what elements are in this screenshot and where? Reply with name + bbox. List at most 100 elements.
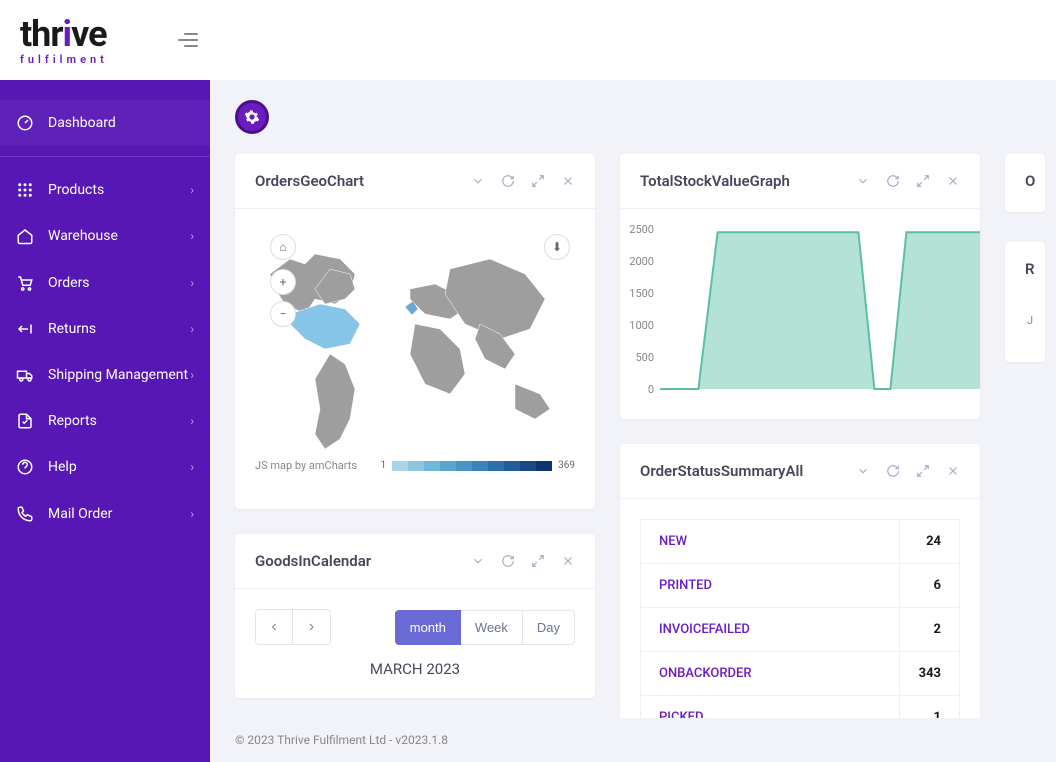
refresh-icon[interactable] [501,554,515,568]
sidebar-item-returns[interactable]: Returns › [0,306,210,352]
card-title: R [1025,260,1035,278]
table-row[interactable]: NEW24 [641,520,960,564]
card-partial-1: O [1005,154,1045,212]
chevron-down-icon[interactable] [471,554,485,568]
returns-icon [16,320,34,338]
settings-button[interactable] [235,100,269,134]
sidebar-item-shipping[interactable]: Shipping Management › [0,352,210,398]
status-table: NEW24PRINTED6INVOICEFAILED2ONBACKORDER34… [640,519,960,718]
calendar-view-week[interactable]: Week [461,610,523,645]
status-label: PICKED [641,696,900,719]
svg-text:1500: 1500 [629,287,654,300]
table-row[interactable]: PRINTED6 [641,564,960,608]
legend-max: 369 [558,460,575,471]
calendar-prev-button[interactable]: ‹ [255,609,293,645]
sidebar-item-reports[interactable]: Reports › [0,398,210,444]
card-orders-geo: OrdersGeoChart ⌂ + [235,154,595,509]
map-zoom-out-button[interactable]: − [270,301,296,327]
close-icon[interactable] [946,174,960,188]
map-home-button[interactable]: ⌂ [270,234,296,260]
sidebar-item-label: Shipping Management [48,366,190,384]
card-title: OrderStatusSummaryAll [640,462,803,480]
close-icon[interactable] [561,174,575,188]
map-credit: JS map by amCharts [255,459,357,472]
map-svg [255,229,575,459]
truck-icon [16,366,34,384]
sidebar-item-label: Returns [48,320,190,338]
calendar-view-month[interactable]: month [395,610,461,645]
status-label: INVOICEFAILED [641,608,900,652]
legend-min: 1 [381,460,387,471]
calendar-month-title: MARCH 2023 [255,660,575,678]
status-value: 343 [900,652,960,696]
chevron-down-icon[interactable] [856,174,870,188]
status-value: 1 [900,696,960,719]
calendar-view-day[interactable]: Day [523,610,575,645]
card-title: TotalStockValueGraph [640,172,790,190]
gauge-icon [16,114,34,132]
sidebar-item-products[interactable]: Products › [0,167,210,213]
map-legend: 1 [381,460,576,471]
sidebar-item-label: Dashboard [48,114,194,132]
card-title: O [1025,172,1035,190]
card-goods-calendar: GoodsInCalendar ‹ [235,534,595,698]
chevron-down-icon[interactable] [856,464,870,478]
chevron-right-icon: › [190,183,194,197]
status-label: PRINTED [641,564,900,608]
chevron-right-icon: › [190,229,194,243]
logo[interactable]: thrive fulfilment [20,16,108,65]
refresh-icon[interactable] [501,174,515,188]
sidebar-item-help[interactable]: Help › [0,444,210,490]
sidebar-item-label: Mail Order [48,505,190,523]
grid-icon [16,181,34,199]
sidebar-item-label: Reports [48,412,190,430]
expand-icon[interactable] [531,554,545,568]
svg-text:500: 500 [635,351,654,364]
gear-icon [244,109,260,125]
card-title: GoodsInCalendar [255,552,371,570]
card-stock-value: TotalStockValueGraph 0 500 1000 1500 2000 250… [620,154,980,419]
map-zoom-in-button[interactable]: + [270,269,296,295]
world-map[interactable]: ⌂ + − ⬇ [255,229,575,489]
expand-icon[interactable] [916,464,930,478]
svg-text:2000: 2000 [629,255,654,268]
refresh-icon[interactable] [886,464,900,478]
sidebar-item-orders[interactable]: Orders › [0,260,210,306]
home-icon [16,227,34,245]
svg-text:2500: 2500 [629,223,654,236]
card-order-status: OrderStatusSummaryAll NEW24PRINTED6INVOI… [620,444,980,718]
close-icon[interactable] [561,554,575,568]
table-row[interactable]: PICKED1 [641,696,960,719]
menu-toggle-icon[interactable] [178,33,198,47]
calendar-next-button[interactable]: › [293,609,331,645]
sidebar-item-label: Help [48,458,190,476]
status-value: 2 [900,608,960,652]
footer: © 2023 Thrive Fulfilment Ltd - v2023.1.8 [210,718,1056,762]
status-value: 24 [900,520,960,564]
sidebar-item-warehouse[interactable]: Warehouse › [0,213,210,259]
status-label: NEW [641,520,900,564]
card-title: OrdersGeoChart [255,172,364,190]
chevron-down-icon[interactable] [471,174,485,188]
main-content: OrdersGeoChart ⌂ + [210,80,1056,718]
chevron-right-icon: › [190,507,194,521]
map-download-button[interactable]: ⬇ [544,234,570,260]
chevron-right-icon: › [190,414,194,428]
status-value: 6 [900,564,960,608]
expand-icon[interactable] [531,174,545,188]
table-row[interactable]: ONBACKORDER343 [641,652,960,696]
partial-value: J [1005,296,1045,327]
sidebar-item-label: Orders [48,274,190,292]
refresh-icon[interactable] [886,174,900,188]
sidebar-item-label: Products [48,181,190,199]
card-partial-2: R J [1005,242,1045,362]
table-row[interactable]: INVOICEFAILED2 [641,608,960,652]
stock-chart: 0 500 1000 1500 2000 2500 [620,219,980,409]
sidebar-item-dashboard[interactable]: Dashboard [0,100,210,146]
svg-text:0: 0 [648,383,654,396]
sidebar-item-mailorder[interactable]: Mail Order › [0,491,210,537]
close-icon[interactable] [946,464,960,478]
cart-icon [16,274,34,292]
expand-icon[interactable] [916,174,930,188]
svg-text:1000: 1000 [629,319,654,332]
